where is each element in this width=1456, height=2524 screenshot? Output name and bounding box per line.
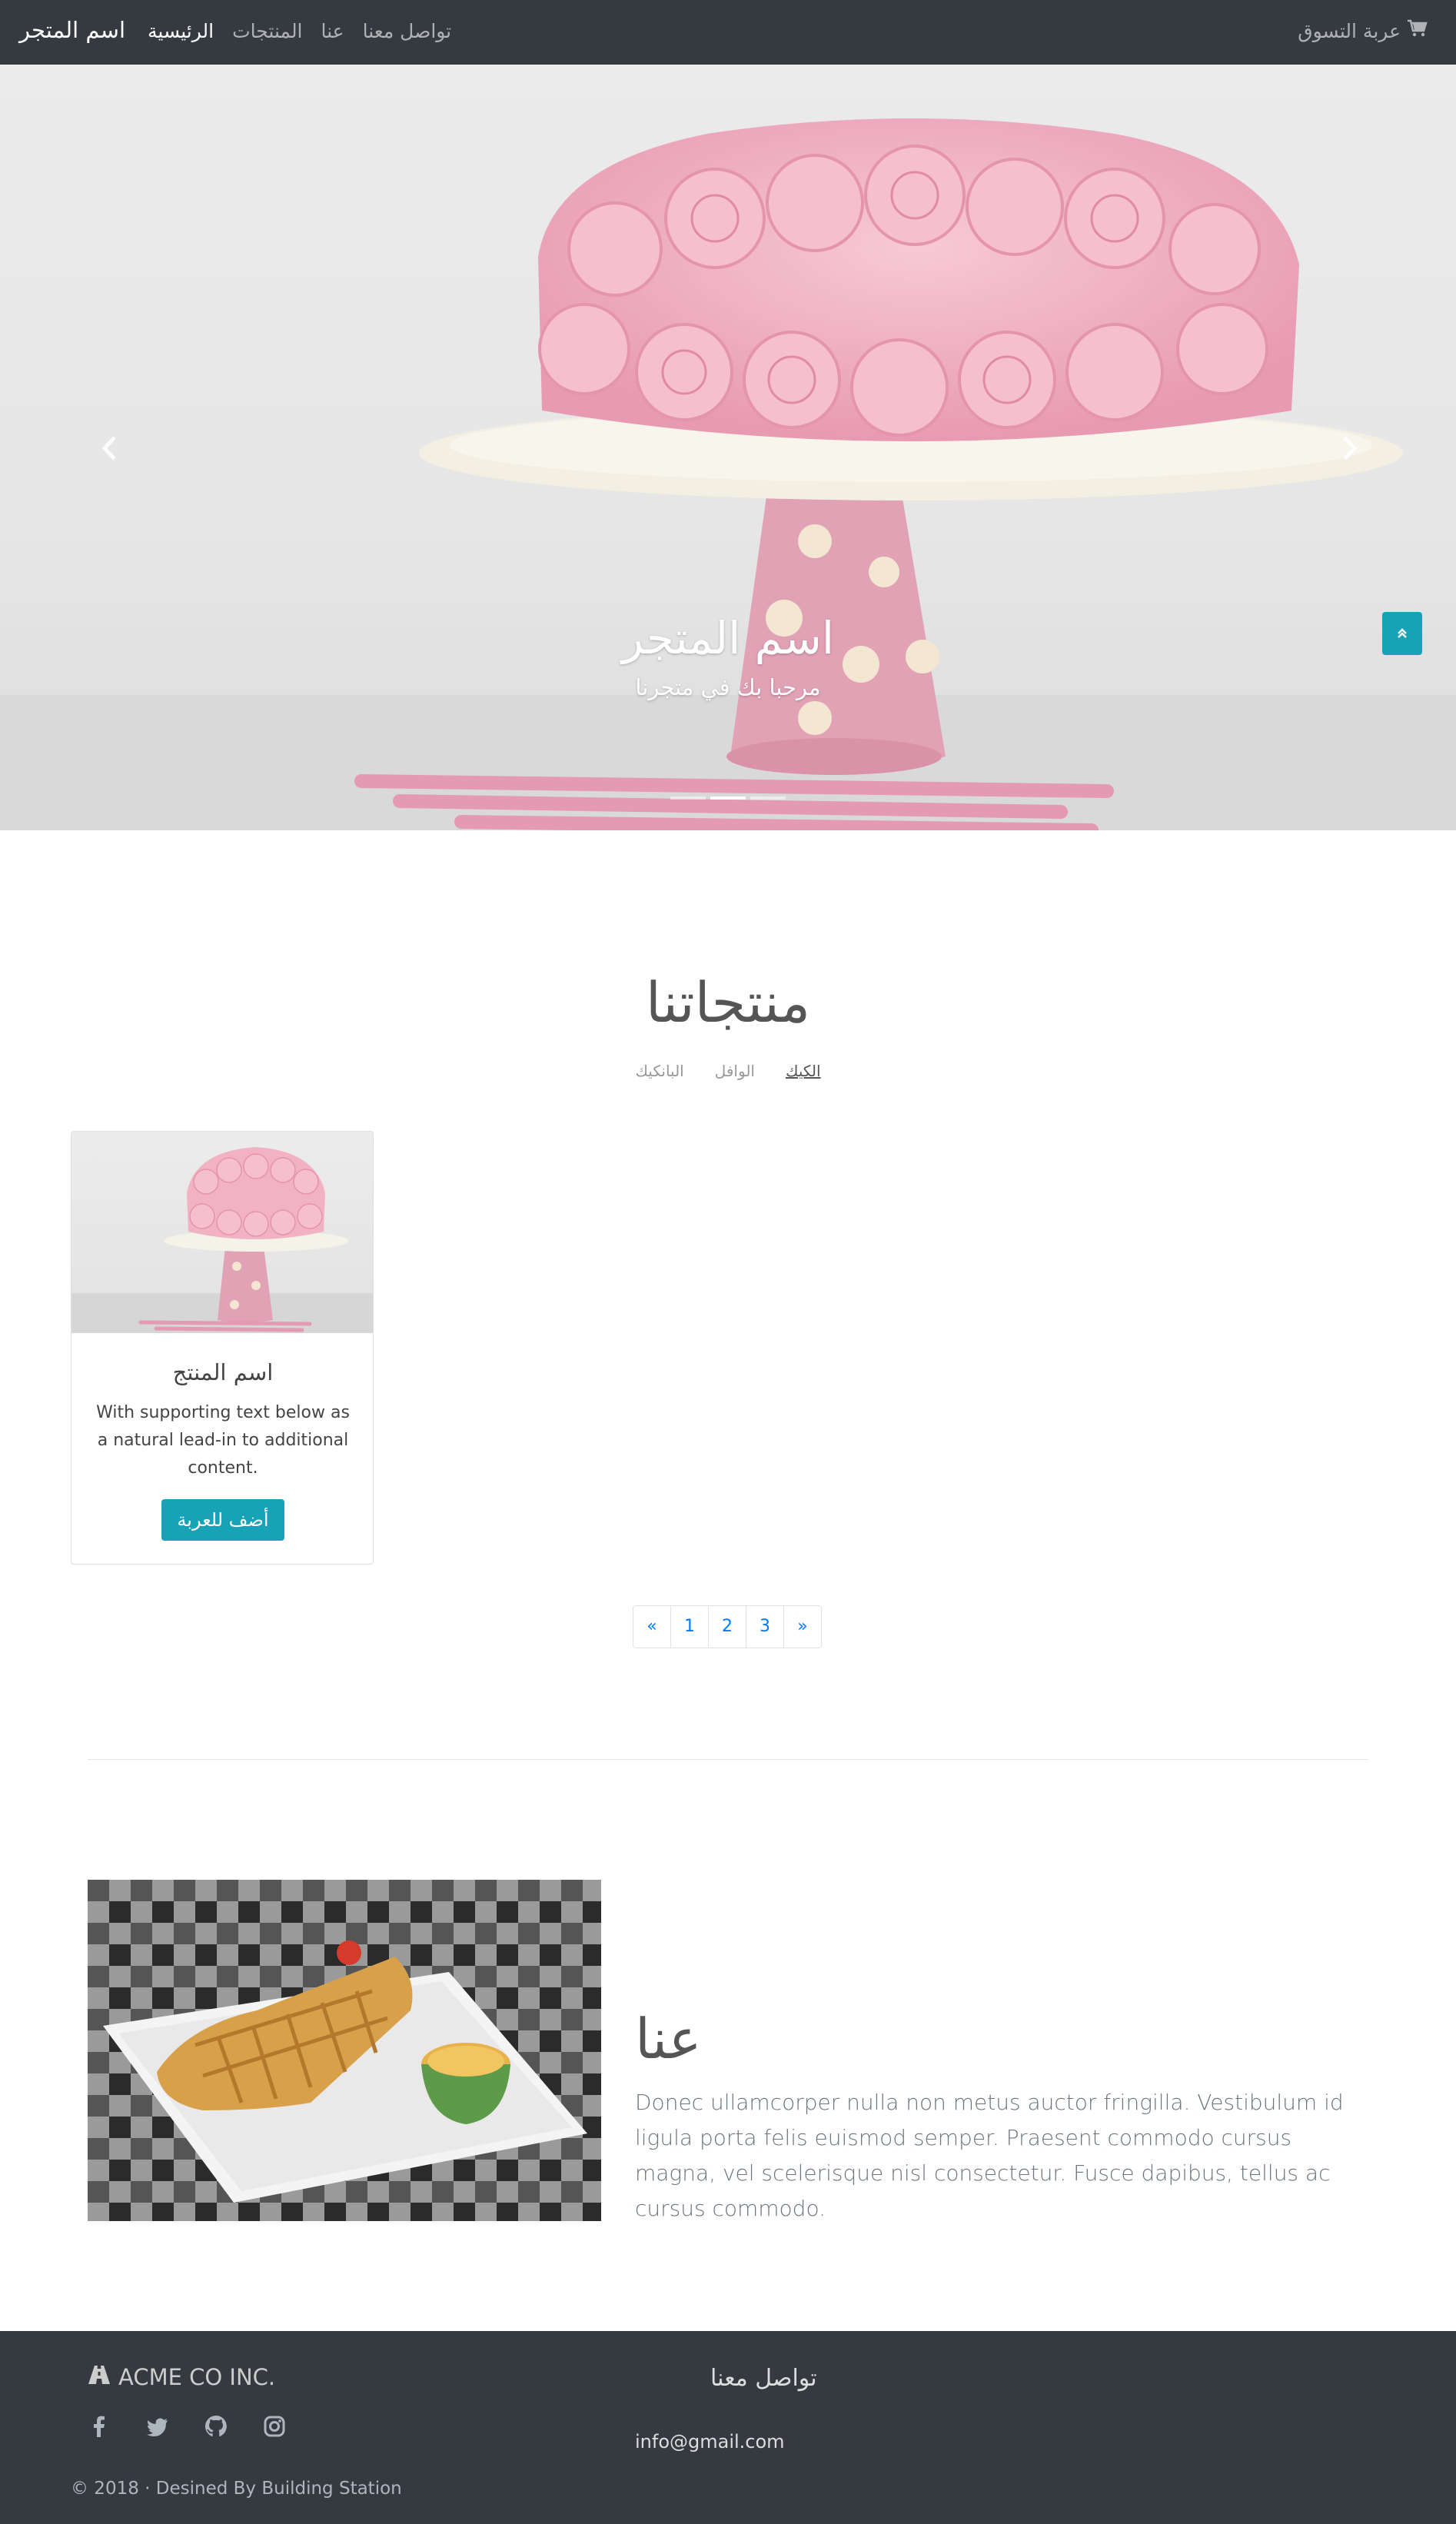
cart-label: عربة التسوق	[1298, 19, 1401, 42]
product-image	[71, 1132, 373, 1333]
product-title: اسم المنتج	[172, 1359, 274, 1385]
hero-subtitle: مرحبا بك في متجرنا	[635, 674, 821, 700]
footer-email-link[interactable]: info@gmail.com	[635, 2431, 785, 2453]
footer: ACME CO INC. تواصل معنا info@gmail.com ©…	[0, 2331, 1456, 2524]
twitter-icon[interactable]	[146, 2415, 169, 2438]
company-name-block: ACME CO INC.	[88, 2364, 275, 2390]
footer-contact-title: تواصل معنا	[710, 2365, 817, 2392]
carousel-indicators	[0, 796, 1456, 800]
scroll-to-top-button[interactable]	[1382, 612, 1422, 655]
pagination-prev[interactable]: «	[633, 1605, 671, 1648]
github-icon[interactable]	[204, 2415, 228, 2438]
hero-carousel: اسم المتجر مرحبا بك في متجرنا	[0, 65, 1456, 830]
product-card: اسم المنتج With supporting text below as…	[71, 1131, 374, 1565]
hero-title: اسم المتجر	[621, 612, 834, 664]
about-text: Donec ullamcorper nulla non metus auctor…	[635, 2090, 1344, 2221]
chevron-left-icon	[101, 436, 116, 461]
carousel-next-button[interactable]	[1335, 426, 1365, 472]
carousel-indicator-active[interactable]	[710, 796, 746, 800]
facebook-icon[interactable]	[88, 2415, 111, 2438]
product-filters: الكيك الوافل البانكيك	[0, 1062, 1456, 1080]
about-title: عنا	[635, 2007, 702, 2071]
add-to-cart-button[interactable]: أضف للعربة	[161, 1499, 284, 1541]
copyright-text: © 2018 · Desined By Building Station	[71, 2479, 402, 2499]
products-title: منتجاتنا	[645, 970, 811, 1035]
pagination: « 1 2 3 »	[633, 1605, 822, 1648]
chevron-right-icon	[1343, 436, 1358, 461]
nav-link-about[interactable]: عنا	[321, 20, 344, 42]
company-name: ACME CO INC.	[118, 2364, 276, 2390]
pagination-page-2[interactable]: 2	[708, 1605, 746, 1648]
double-chevron-up-icon	[1398, 628, 1407, 638]
carousel-indicator[interactable]	[670, 796, 706, 800]
shopping-cart-icon	[1407, 19, 1428, 42]
about-image	[88, 1880, 601, 2221]
nav-link-contact[interactable]: تواصل معنا	[363, 20, 452, 42]
road-icon	[88, 2364, 111, 2390]
filter-pancake[interactable]: البانكيك	[635, 1062, 683, 1080]
section-divider	[88, 1759, 1368, 1760]
filter-cake[interactable]: الكيك	[786, 1062, 821, 1080]
pagination-next[interactable]: »	[783, 1605, 822, 1648]
brand-logo[interactable]: اسم المتجر	[19, 17, 125, 43]
cart-link[interactable]: عربة التسوق	[1298, 19, 1428, 42]
pagination-page-1[interactable]: 1	[670, 1605, 709, 1648]
nav-links: الرئيسية المنتجات عنا تواصل معنا	[148, 20, 451, 42]
carousel-indicator[interactable]	[750, 796, 786, 800]
instagram-icon[interactable]	[263, 2415, 286, 2438]
carousel-prev-button[interactable]	[94, 426, 125, 472]
nav-link-products[interactable]: المنتجات	[232, 20, 302, 42]
product-description: With supporting text below as a natural …	[96, 1403, 350, 1478]
hero-cake-image	[0, 118, 1456, 830]
social-links	[88, 2415, 286, 2438]
filter-waffle[interactable]: الوافل	[715, 1062, 755, 1080]
nav-link-home[interactable]: الرئيسية	[148, 20, 214, 42]
pagination-page-3[interactable]: 3	[746, 1605, 784, 1648]
navbar: اسم المتجر الرئيسية المنتجات عنا تواصل م…	[0, 0, 1456, 65]
